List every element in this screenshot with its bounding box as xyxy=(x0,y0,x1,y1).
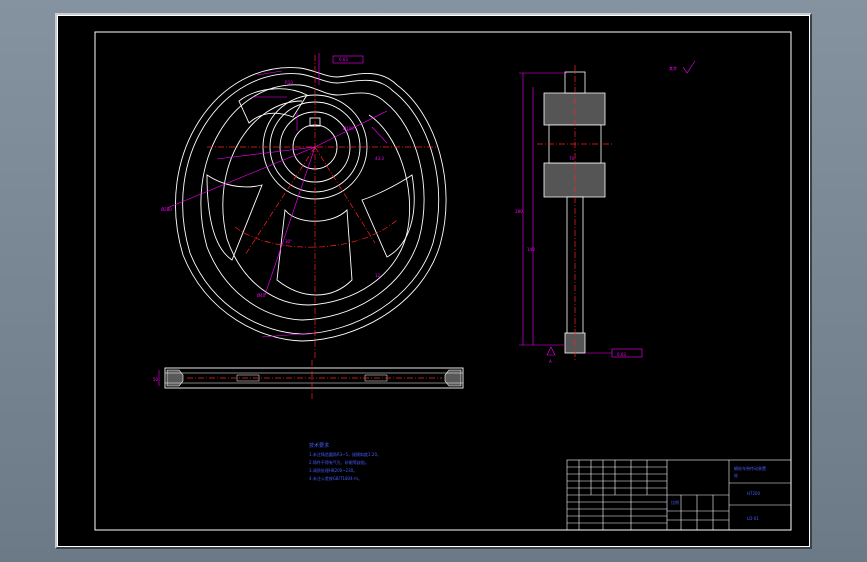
title-block-text: 蜗轮车带传动装置 轮 HT200 LD-01 比例 xyxy=(671,465,766,521)
dim-hub-width: 70 xyxy=(569,156,575,161)
cad-drawing-canvas[interactable]: Ø280 Ø100 43.3 Ø40 R10 0.03 30° 12 50 28… xyxy=(57,15,810,547)
cad-app-window: Ø280 Ø100 43.3 Ø40 R10 0.03 30° 12 50 28… xyxy=(0,0,867,562)
datum-label: A xyxy=(549,359,552,364)
side-hub-lower-hatched xyxy=(543,162,606,198)
dim-outer-diameter: Ø280 xyxy=(161,207,172,212)
spoke-opening-right xyxy=(361,174,415,258)
bottom-section-view[interactable]: 50 xyxy=(153,360,464,400)
title-block-title2: 轮 xyxy=(734,472,738,478)
notes-heading: 技术要求 xyxy=(309,442,329,449)
dim-total-height: 280 xyxy=(515,209,523,214)
wheel-groove-circle xyxy=(222,100,411,306)
notes-line-1: 1.未注铸造圆角R3~5，拔模斜度1:20。 xyxy=(309,451,381,457)
spoke-opening-bottom xyxy=(276,208,353,296)
dim-bore-diameter: Ø40 xyxy=(257,293,266,298)
notes-line-2: 2.铸件不得有气孔、砂眼等缺陷。 xyxy=(309,459,369,465)
title-block-drawing-no: LD-01 xyxy=(747,516,759,521)
technical-notes: 技术要求 1.未注铸造圆角R3~5，拔模斜度1:20。 2.铸件不得有气孔、砂眼… xyxy=(309,442,381,481)
dim-half-height: 140 xyxy=(527,247,535,252)
side-hub-hatched xyxy=(543,92,606,126)
drawing-viewport[interactable]: Ø280 Ø100 43.3 Ø40 R10 0.03 30° 12 50 28… xyxy=(55,13,812,549)
section-left-rim xyxy=(166,369,184,387)
dim-keyway-depth: 43.3 xyxy=(375,156,384,161)
surface-roughness-mark: 其余 xyxy=(669,60,696,74)
dim-section-width: 50 xyxy=(153,377,159,382)
notes-line-4: 4.未注公差按GB/T1804-m。 xyxy=(309,475,362,481)
wheel-rim-inner xyxy=(200,84,425,321)
spoke-opening-left xyxy=(206,174,263,261)
dim-tolerance-box: 0.03 xyxy=(339,57,348,62)
drawing-inner-frame xyxy=(94,31,792,531)
dim-hub-diameter: Ø100 xyxy=(343,126,354,131)
dim-arm-radius: R10 xyxy=(285,80,293,85)
drawing-outer-border xyxy=(57,15,810,547)
title-block-material: HT200 xyxy=(747,491,761,496)
front-view-wheel[interactable] xyxy=(175,67,447,342)
section-right-rim xyxy=(444,369,462,387)
side-section-view[interactable]: 280 140 70 0.03 A xyxy=(515,65,643,364)
dim-keyway-width: 12 xyxy=(375,273,381,278)
svg-text:其余: 其余 xyxy=(669,65,677,71)
title-block-title: 蜗轮车带传动装置 xyxy=(734,465,766,471)
title-block-scale-label: 比例 xyxy=(671,499,679,505)
notes-line-3: 3.调质处理HB200~230。 xyxy=(309,467,357,473)
dim-angle: 30° xyxy=(285,239,292,244)
side-tol-value: 0.03 xyxy=(617,352,626,357)
wheel-rim-outer xyxy=(175,67,447,342)
front-view-centerlines xyxy=(207,55,437,360)
